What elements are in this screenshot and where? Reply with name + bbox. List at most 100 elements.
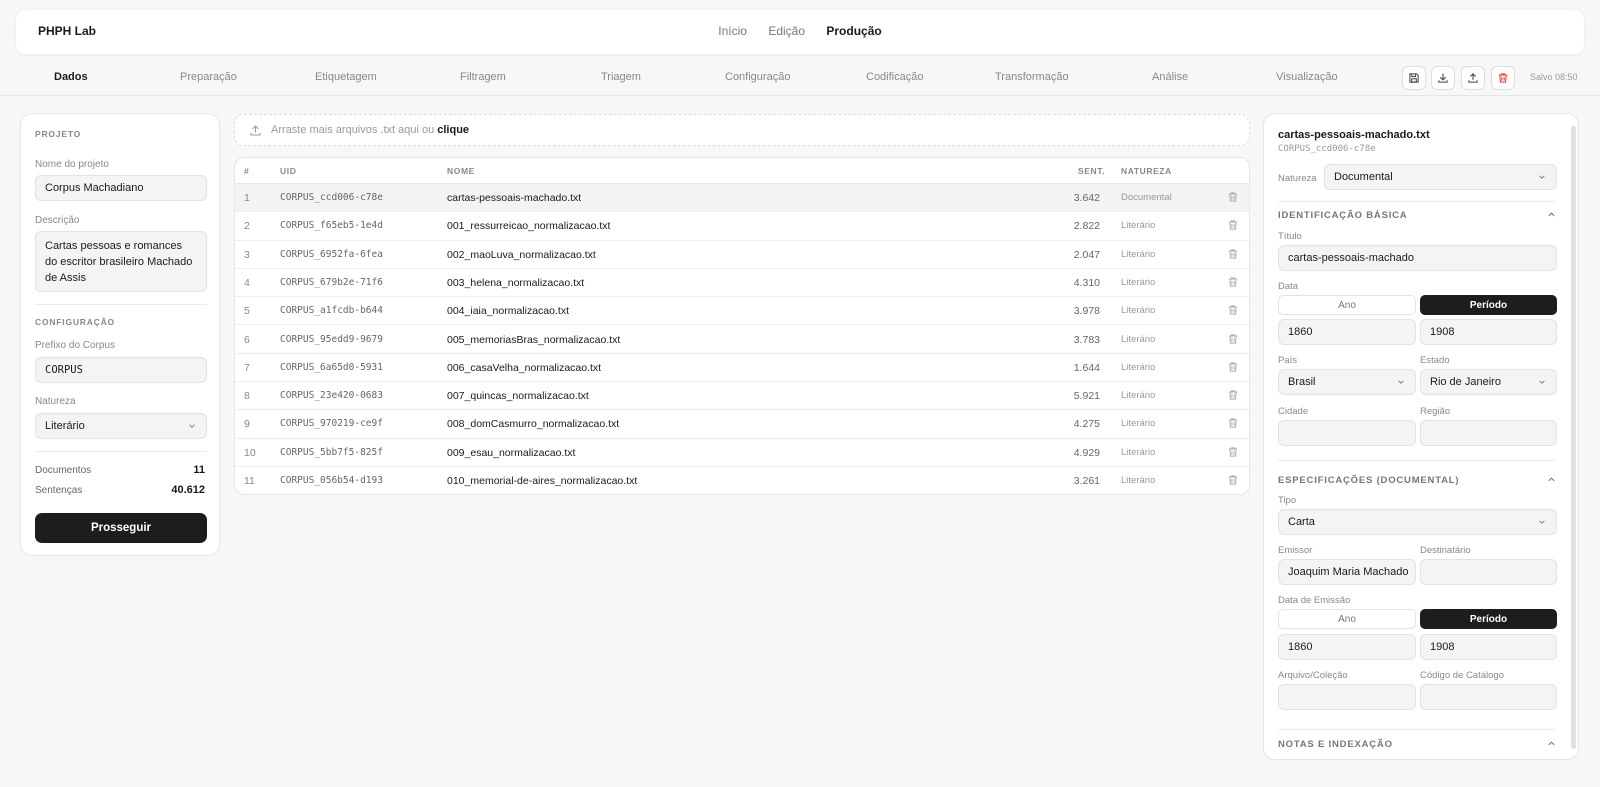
row-filename: 006_casaVelha_normalizacao.txt: [447, 361, 602, 374]
country-select[interactable]: Brasil: [1278, 369, 1416, 395]
delete-row-icon[interactable]: [1227, 333, 1239, 345]
table-row[interactable]: 2 CORPUS_f65eb5-1e4d 001_ressurreicao_norm…: [235, 212, 1249, 241]
proceed-button[interactable]: Prosseguir: [35, 513, 207, 543]
row-uid: CORPUS_6952fa-6fea: [280, 248, 383, 260]
col-name: NOME: [447, 166, 475, 176]
tab-configuracao[interactable]: Configuração: [725, 71, 790, 83]
basic-id-section-title[interactable]: IDENTIFICAÇÃO BÁSICA: [1278, 210, 1407, 221]
prefix-label: Prefixo do Corpus: [35, 340, 116, 351]
row-number: 8: [244, 390, 250, 403]
notes-section-title[interactable]: NOTAS E INDEXAÇÃO: [1278, 739, 1393, 750]
chevron-up-icon[interactable]: [1547, 210, 1556, 219]
delete-row-icon[interactable]: [1227, 446, 1239, 458]
row-filename: 001_ressurreicao_normalizacao.txt: [447, 220, 611, 233]
nature-select[interactable]: Literário: [35, 413, 207, 439]
region-input[interactable]: [1420, 420, 1557, 446]
row-filename: cartas-pessoais-machado.txt: [447, 192, 582, 204]
tab-etiquetagem[interactable]: Etiquetagem: [315, 71, 377, 83]
delete-row-icon[interactable]: [1227, 248, 1239, 260]
title-input[interactable]: cartas-pessoais-machado: [1278, 245, 1557, 271]
table-row[interactable]: 5 CORPUS_a1fcdb-b644 004_iaia_normalizacao…: [235, 297, 1249, 326]
delete-row-icon[interactable]: [1227, 276, 1239, 288]
city-input[interactable]: [1278, 420, 1416, 446]
delete-row-icon[interactable]: [1227, 417, 1239, 429]
table-row[interactable]: 3 CORPUS_6952fa-6fea 002_maoLuva_normaliza…: [235, 241, 1249, 269]
table-row[interactable]: 7 CORPUS_6a65d0-5931 006_casaVelha_normali…: [235, 354, 1249, 383]
type-select[interactable]: Carta: [1278, 509, 1557, 535]
chevron-down-icon: [1539, 520, 1545, 524]
document-details-panel: cartas-pessoais-machado.txt CORPUS_ccd00…: [1263, 113, 1579, 760]
topnav-edicao[interactable]: Edição: [768, 24, 805, 38]
table-row[interactable]: 11 CORPUS_056b54-d193 010_memorial-de-aire…: [235, 467, 1249, 494]
tab-dados[interactable]: Dados: [54, 71, 88, 83]
config-section-title: CONFIGURAÇÃO: [35, 317, 115, 327]
emission-period-toggle[interactable]: Período: [1420, 609, 1557, 629]
project-name-input[interactable]: Corpus Machadiano: [35, 175, 207, 201]
top-nav: Início Edição Produção: [16, 24, 1584, 38]
topnav-producao[interactable]: Produção: [826, 24, 881, 38]
delete-row-icon[interactable]: [1227, 219, 1239, 231]
delete-project-button[interactable]: [1491, 66, 1515, 90]
date-period-toggle[interactable]: Período: [1420, 295, 1557, 315]
save-button[interactable]: [1402, 66, 1426, 90]
emission-to-input[interactable]: 1908: [1420, 634, 1557, 660]
download-button[interactable]: [1431, 66, 1455, 90]
state-select[interactable]: Rio de Janeiro: [1420, 369, 1557, 395]
spec-section-title[interactable]: ESPECIFICAÇÕES (DOCUMENTAL): [1278, 475, 1459, 486]
topnav-inicio[interactable]: Início: [718, 24, 747, 38]
chevron-down-icon: [1539, 175, 1545, 179]
row-uid: CORPUS_679b2e-71f6: [280, 276, 383, 288]
tab-transformacao[interactable]: Transformação: [995, 71, 1069, 83]
chevron-up-icon[interactable]: [1547, 739, 1556, 748]
row-nature: Literário: [1121, 333, 1156, 345]
description-textarea[interactable]: Cartas pessoas e romances do escritor br…: [35, 231, 207, 292]
documents-label: Documentos: [35, 465, 92, 476]
emission-from-input[interactable]: 1860: [1278, 634, 1416, 660]
delete-row-icon[interactable]: [1227, 361, 1239, 373]
sender-input[interactable]: Joaquim Maria Machado: [1278, 559, 1416, 585]
row-filename: 005_memoriasBras_normalizacao.txt: [447, 333, 621, 346]
description-label: Descrição: [35, 215, 80, 226]
tab-visualizacao[interactable]: Visualização: [1276, 71, 1338, 83]
row-sentences: 4.310: [1073, 276, 1100, 289]
table-header: # UID NOME SENT. NATUREZA: [235, 158, 1249, 184]
table-row[interactable]: 10 CORPUS_5bb7f5-825f 009_esau_normalizaca…: [235, 439, 1249, 467]
date-to-input[interactable]: 1908: [1420, 319, 1557, 345]
row-nature: Literário: [1121, 248, 1156, 260]
upload-button[interactable]: [1461, 66, 1485, 90]
table-row[interactable]: 4 CORPUS_679b2e-71f6 003_helena_normalizac…: [235, 269, 1249, 298]
tab-triagem[interactable]: Triagem: [601, 71, 641, 83]
dropzone-click-link[interactable]: clique: [437, 124, 469, 136]
emission-year-toggle[interactable]: Ano: [1278, 609, 1416, 629]
table-row[interactable]: 8 CORPUS_23e420-0683 007_quincas_normaliza…: [235, 382, 1249, 411]
panel-scrollbar[interactable]: [1571, 126, 1576, 749]
date-year-toggle[interactable]: Ano: [1278, 295, 1416, 315]
chevron-up-icon[interactable]: [1547, 475, 1556, 484]
table-row[interactable]: 6 CORPUS_95edd9-9679 005_memoriasBras_norm…: [235, 326, 1249, 354]
nature-select-value: Literário: [45, 420, 85, 432]
archive-input[interactable]: [1278, 684, 1416, 710]
date-from-input[interactable]: 1860: [1278, 319, 1416, 345]
recipient-input[interactable]: [1420, 559, 1557, 585]
doc-nature-select[interactable]: Documental: [1324, 164, 1557, 190]
tab-filtragem[interactable]: Filtragem: [460, 71, 506, 83]
row-nature: Literário: [1121, 475, 1156, 486]
row-number: 4: [244, 276, 250, 289]
tab-preparacao[interactable]: Preparação: [180, 71, 237, 83]
corpus-prefix-input[interactable]: CORPUS: [35, 357, 207, 383]
delete-row-icon[interactable]: [1227, 389, 1239, 401]
delete-row-icon[interactable]: [1227, 474, 1239, 486]
catalog-input[interactable]: [1420, 684, 1557, 710]
tab-analise[interactable]: Análise: [1152, 71, 1188, 83]
date-label: Data: [1278, 281, 1299, 292]
top-bar: PHPH Lab Início Edição Produção: [16, 10, 1584, 54]
delete-row-icon[interactable]: [1227, 304, 1239, 316]
divider: [1278, 201, 1556, 202]
table-row[interactable]: 9 CORPUS_970219-ce9f 008_domCasmurro_norma…: [235, 410, 1249, 439]
row-sentences: 3.642: [1073, 192, 1100, 204]
chevron-down-icon: [189, 424, 195, 428]
delete-row-icon[interactable]: [1227, 191, 1239, 203]
table-row[interactable]: 1 CORPUS_ccd006-c78e cartas-pessoais-macha…: [235, 184, 1249, 213]
file-dropzone[interactable]: Arraste mais arquivos .txt aqui ou cliqu…: [234, 114, 1250, 146]
tab-codificacao[interactable]: Codificação: [866, 71, 923, 83]
